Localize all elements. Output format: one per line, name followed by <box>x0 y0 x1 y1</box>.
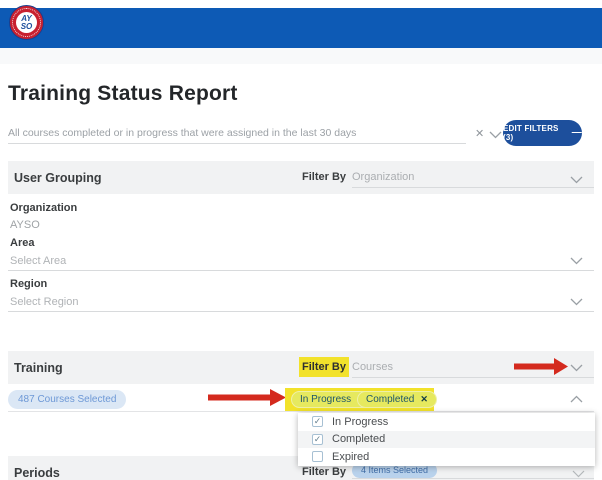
edit-filters-label: EDIT FILTERS (3) <box>503 124 567 142</box>
training-status-report-page: AYSO Training Status Report All courses … <box>0 0 602 480</box>
option-completed[interactable]: ✓ Completed <box>298 431 595 449</box>
chevron-down-icon[interactable] <box>570 257 583 265</box>
red-arrow-annotation <box>514 358 568 375</box>
region-underline <box>8 311 594 312</box>
option-in-progress[interactable]: ✓ In Progress <box>298 413 595 431</box>
periods-filter-underline <box>352 478 594 479</box>
region-select[interactable]: Select Region <box>10 296 79 308</box>
user-grouping-filter-by-select[interactable]: Organization <box>352 171 414 183</box>
user-grouping-title: User Grouping <box>14 171 102 185</box>
ayso-logo-text: AYSO <box>16 12 37 33</box>
clear-filter-icon[interactable]: ✕ <box>475 127 484 140</box>
user-grouping-filter-underline <box>352 187 594 188</box>
region-label: Region <box>10 278 47 290</box>
chevron-down-icon[interactable] <box>570 298 583 306</box>
page-title: Training Status Report <box>8 82 238 106</box>
checkbox-checked-icon[interactable]: ✓ <box>312 416 323 427</box>
collapse-minus-icon: — <box>572 127 582 138</box>
periods-filter-by-label: Filter By <box>302 466 346 478</box>
option-label: Expired <box>332 451 369 463</box>
area-underline <box>8 270 594 271</box>
area-label: Area <box>10 237 34 249</box>
training-filter-by-select[interactable]: Courses <box>352 361 393 373</box>
status-select-underline <box>8 411 594 412</box>
user-grouping-section-bar: User Grouping <box>8 161 594 194</box>
option-label: In Progress <box>332 416 388 428</box>
chip-label: In Progress <box>300 394 351 405</box>
chevron-up-icon[interactable] <box>570 395 583 403</box>
saved-filter-underline <box>8 143 466 144</box>
training-filter-by-label: Filter By <box>302 361 346 373</box>
training-title: Training <box>14 361 63 375</box>
filter-by-highlight-annotation: Filter By <box>299 357 349 377</box>
organization-value: AYSO <box>10 219 40 231</box>
edit-filters-button[interactable]: EDIT FILTERS (3) — <box>503 120 582 146</box>
training-filter-underline <box>352 377 594 378</box>
status-chip-completed[interactable]: Completed ✕ <box>357 391 437 408</box>
chevron-down-icon[interactable] <box>572 470 585 478</box>
remove-chip-icon[interactable]: ✕ <box>420 394 428 405</box>
periods-title: Periods <box>14 466 60 480</box>
area-select[interactable]: Select Area <box>10 255 66 267</box>
option-label: Completed <box>332 433 385 445</box>
chip-label: Completed <box>366 394 414 405</box>
ayso-logo-icon[interactable]: AYSO <box>9 5 44 40</box>
checkbox-checked-icon[interactable]: ✓ <box>312 434 323 445</box>
user-grouping-filter-by-label: Filter By <box>302 171 346 183</box>
chevron-down-icon[interactable] <box>570 364 583 372</box>
app-header-bar <box>0 8 602 48</box>
red-arrow-annotation <box>208 389 286 406</box>
option-expired[interactable]: Expired <box>298 448 595 466</box>
saved-filter-input[interactable]: All courses completed or in progress tha… <box>8 127 458 139</box>
courses-selected-chip: 487 Courses Selected <box>8 390 126 409</box>
organization-label: Organization <box>10 202 77 214</box>
checkbox-unchecked-icon[interactable] <box>312 451 323 462</box>
chevron-down-icon[interactable] <box>570 176 583 184</box>
chevron-down-icon[interactable] <box>489 131 502 139</box>
status-dropdown-panel: ✓ In Progress ✓ Completed Expired <box>298 413 595 466</box>
header-sub-band <box>0 48 602 64</box>
